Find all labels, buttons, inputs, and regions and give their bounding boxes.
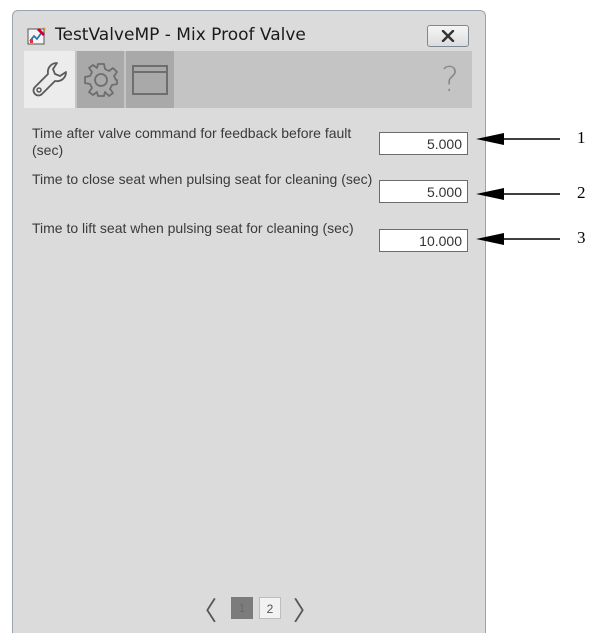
close-button[interactable] xyxy=(427,25,469,47)
callout-arrow-3 xyxy=(476,233,560,245)
wrench-icon xyxy=(32,61,67,96)
callout-arrow-1 xyxy=(476,133,560,145)
callout-arrows xyxy=(476,133,560,245)
param-label-feedback-fault: Time after valve command for feedback be… xyxy=(32,125,352,158)
title-bar: TestValveMP - Mix Proof Valve xyxy=(13,11,485,51)
help-button[interactable]: ? xyxy=(429,51,471,108)
faceplate-window: TestValveMP - Mix Proof Valve ? Time aft… xyxy=(12,10,486,633)
callout-number-1: 1 xyxy=(577,128,586,147)
callout-number-2: 2 xyxy=(577,183,586,202)
app-icon xyxy=(27,27,46,45)
tab-configuration[interactable] xyxy=(77,51,124,108)
tab-display[interactable] xyxy=(126,51,174,108)
feedback-fault-time-input[interactable]: 5.000 xyxy=(379,132,468,155)
param-label-lift-seat: Time to lift seat when pulsing seat for … xyxy=(32,220,354,236)
callout-arrow-2 xyxy=(476,188,560,200)
page-1-button[interactable]: 1 xyxy=(231,597,253,619)
next-page-button[interactable]: 〉 xyxy=(293,591,319,628)
tab-maintenance[interactable] xyxy=(24,51,75,108)
window-icon xyxy=(132,64,168,95)
toolbar: ? xyxy=(24,51,472,108)
help-icon: ? xyxy=(440,59,460,100)
gear-icon xyxy=(83,62,118,97)
prev-page-button[interactable]: 〈 xyxy=(191,591,217,628)
callout-number-3: 3 xyxy=(577,228,586,247)
window-title: TestValveMP - Mix Proof Valve xyxy=(55,25,306,45)
param-label-close-seat: Time to close seat when pulsing seat for… xyxy=(32,171,373,187)
pager: 〈 1 2 〉 xyxy=(191,589,321,628)
close-icon xyxy=(441,30,455,42)
lift-seat-time-input[interactable]: 10.000 xyxy=(379,229,468,252)
close-seat-time-input[interactable]: 5.000 xyxy=(379,180,468,203)
page-2-button[interactable]: 2 xyxy=(259,597,281,619)
